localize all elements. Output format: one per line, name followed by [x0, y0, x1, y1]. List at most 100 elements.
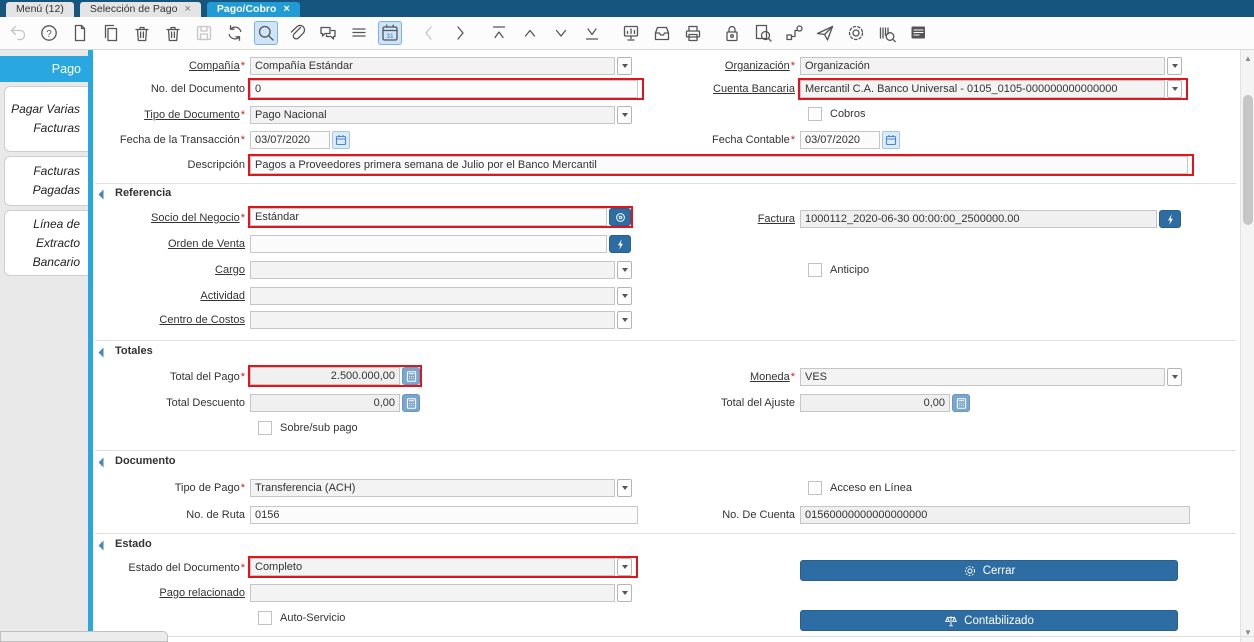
contabilizado-button[interactable]: Contabilizado: [800, 610, 1178, 631]
field-label-centro-costos[interactable]: Centro de Costos: [93, 311, 245, 329]
no-cuenta-input[interactable]: 01560000000000000000: [800, 506, 1190, 524]
tab-pago-cobro[interactable]: Pago/Cobro×: [207, 2, 300, 17]
compania-select[interactable]: Compañía Estándar: [250, 57, 632, 75]
calendar-picker-button[interactable]: [332, 131, 350, 149]
field-label-tipo-documento[interactable]: Tipo de Documento*: [93, 106, 245, 124]
grid-toggle-icon[interactable]: [347, 21, 371, 45]
help-icon[interactable]: ?: [37, 21, 61, 45]
calculator-button[interactable]: [402, 394, 420, 412]
total-descuento-input[interactable]: 0,00: [250, 394, 400, 412]
actividad-select[interactable]: [250, 287, 632, 305]
field-label-cargo[interactable]: Cargo: [93, 261, 245, 279]
group-header-estado[interactable]: Estado: [115, 538, 152, 550]
first-record-icon[interactable]: [487, 21, 511, 45]
delete-record-icon[interactable]: [130, 21, 154, 45]
sobre-sub-pago-checkbox[interactable]: [258, 421, 272, 435]
print-icon[interactable]: [681, 21, 705, 45]
orden-venta-search-button[interactable]: [609, 235, 631, 253]
centro-costos-select[interactable]: [250, 311, 632, 329]
close-icon[interactable]: ×: [184, 4, 190, 15]
scan-icon[interactable]: [875, 21, 899, 45]
field-label-compania[interactable]: Compañía*: [93, 57, 245, 75]
cerrar-button[interactable]: Cerrar: [800, 560, 1178, 581]
cobros-checkbox[interactable]: [808, 107, 822, 121]
parent-record-icon[interactable]: [518, 21, 542, 45]
collapse-triangle-icon[interactable]: [99, 190, 109, 200]
no-documento-input[interactable]: 0: [250, 80, 638, 98]
cargo-select[interactable]: [250, 261, 632, 279]
orden-venta-input[interactable]: [250, 235, 607, 253]
delete-selection-icon[interactable]: [161, 21, 185, 45]
pago-relacionado-select[interactable]: [250, 584, 632, 602]
sidebar-tab-linea-extracto-bancario[interactable]: Línea de Extracto Bancario: [4, 210, 88, 276]
archive-icon[interactable]: [650, 21, 674, 45]
workflow-icon[interactable]: [782, 21, 806, 45]
new-record-icon[interactable]: [68, 21, 92, 45]
sidebar-tab-pagar-varias-facturas[interactable]: Pagar Varias Facturas: [4, 86, 88, 152]
attachment-icon[interactable]: [285, 21, 309, 45]
factura-search-button[interactable]: [1159, 210, 1181, 228]
field-label-socio-negocio[interactable]: Socio del Negocio*: [93, 209, 245, 227]
group-header-totales[interactable]: Totales: [115, 345, 153, 357]
detail-record-icon[interactable]: [549, 21, 573, 45]
tab-seleccion-de-pago[interactable]: Selección de Pago×: [80, 2, 201, 17]
calculator-button[interactable]: [402, 367, 420, 385]
chevron-down-icon[interactable]: [617, 57, 632, 75]
field-label-actividad[interactable]: Actividad: [93, 287, 245, 305]
calendar-picker-button[interactable]: [882, 131, 900, 149]
moneda-select[interactable]: VES: [800, 368, 1182, 386]
scrollbar-thumb[interactable]: [1243, 95, 1253, 225]
chevron-down-icon[interactable]: [1167, 368, 1182, 386]
field-label-orden-venta[interactable]: Orden de Venta: [93, 235, 245, 253]
organizacion-select[interactable]: Organización: [800, 57, 1182, 75]
zoom-across-icon[interactable]: [751, 21, 775, 45]
acceso-en-linea-checkbox[interactable]: [808, 481, 822, 495]
sidebar-tab-facturas-pagadas[interactable]: Facturas Pagadas: [4, 156, 88, 206]
report-icon[interactable]: [619, 21, 643, 45]
vertical-scrollbar[interactable]: ▲ ▼: [1240, 50, 1254, 642]
chevron-down-icon[interactable]: [617, 479, 632, 497]
chevron-down-icon[interactable]: [617, 584, 632, 602]
find-icon[interactable]: [254, 21, 278, 45]
next-record-icon[interactable]: [448, 21, 472, 45]
send-mail-icon[interactable]: [813, 21, 837, 45]
chevron-down-icon[interactable]: [617, 311, 632, 329]
group-header-referencia[interactable]: Referencia: [115, 187, 171, 199]
tipo-pago-select[interactable]: Transferencia (ACH): [250, 479, 632, 497]
total-pago-input[interactable]: 2.500.000,00: [250, 367, 400, 385]
tab-menu[interactable]: Menú (12): [6, 2, 74, 17]
refresh-icon[interactable]: [223, 21, 247, 45]
chat-icon[interactable]: [316, 21, 340, 45]
help-window-icon[interactable]: [906, 21, 930, 45]
descripcion-input[interactable]: Pagos a Proveedores primera semana de Ju…: [250, 156, 1188, 174]
field-label-organizacion[interactable]: Organización*: [643, 57, 795, 75]
collapse-triangle-icon[interactable]: [99, 458, 109, 468]
cuenta-bancaria-select[interactable]: Mercantil C.A. Banco Universal - 0105_01…: [800, 80, 1182, 98]
field-label-moneda[interactable]: Moneda*: [643, 368, 795, 386]
chevron-down-icon[interactable]: [1167, 57, 1182, 75]
field-label-cuenta-bancaria[interactable]: Cuenta Bancaria: [643, 80, 795, 98]
tipo-documento-select[interactable]: Pago Nacional: [250, 106, 632, 124]
chevron-down-icon[interactable]: [1167, 80, 1182, 98]
collapse-triangle-icon[interactable]: [99, 348, 109, 358]
chevron-down-icon[interactable]: [617, 261, 632, 279]
chevron-down-icon[interactable]: [617, 287, 632, 305]
lock-icon[interactable]: [720, 21, 744, 45]
anticipo-checkbox[interactable]: [808, 263, 822, 277]
preferences-icon[interactable]: [844, 21, 868, 45]
scroll-down-icon[interactable]: ▼: [1241, 626, 1254, 640]
sidebar-tab-pago[interactable]: Pago: [0, 56, 93, 82]
total-ajuste-input[interactable]: 0,00: [800, 394, 950, 412]
chevron-down-icon[interactable]: [617, 558, 632, 576]
fecha-contable-input[interactable]: 03/07/2020: [800, 131, 880, 149]
last-record-icon[interactable]: [580, 21, 604, 45]
collapse-triangle-icon[interactable]: [99, 541, 109, 551]
scroll-up-icon[interactable]: ▲: [1241, 52, 1254, 66]
copy-record-icon[interactable]: [99, 21, 123, 45]
field-label-factura[interactable]: Factura: [643, 210, 795, 228]
auto-servicio-checkbox[interactable]: [258, 611, 272, 625]
record-info-button[interactable]: [609, 208, 631, 226]
fecha-transaccion-input[interactable]: 03/07/2020: [250, 131, 330, 149]
no-ruta-input[interactable]: 0156: [250, 506, 638, 524]
factura-input[interactable]: 1000112_2020-06-30 00:00:00_2500000.00: [800, 210, 1157, 228]
